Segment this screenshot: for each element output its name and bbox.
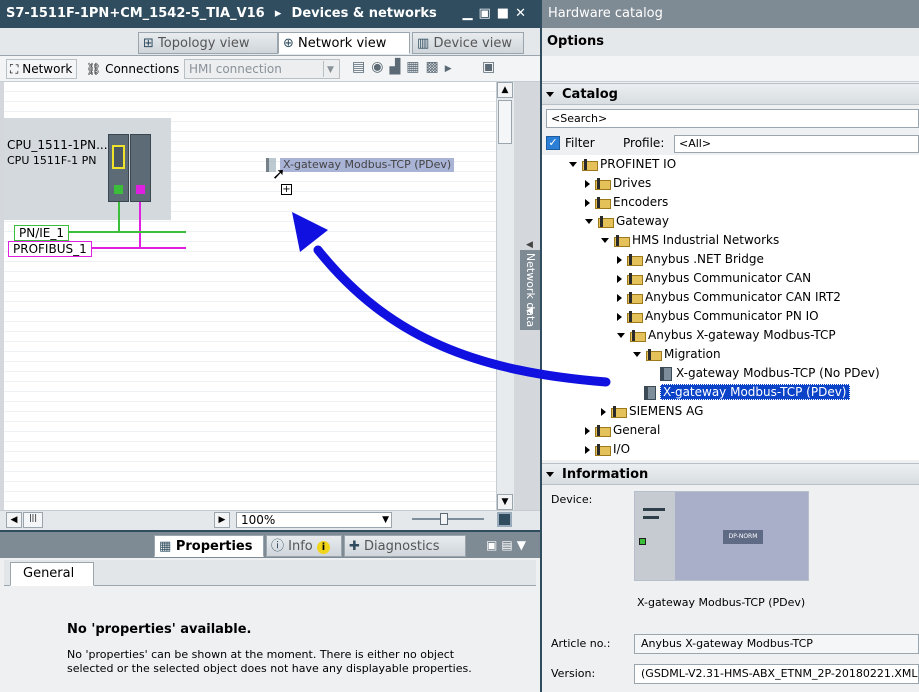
drag-arrow-shaft [313,245,611,387]
drag-arrow-annotation [292,212,611,387]
drag-arrow-head [292,212,328,252]
